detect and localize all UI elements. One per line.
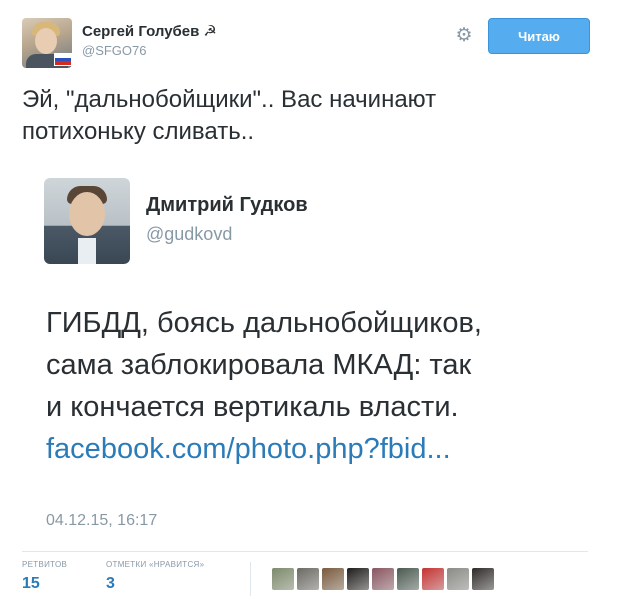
retweets-label: РЕТВИТОВ [22, 560, 68, 569]
author-name[interactable]: Сергей Голубев ☭ [82, 22, 217, 40]
liker-avatars [272, 568, 494, 590]
liker-avatar[interactable] [422, 568, 444, 590]
liker-avatar[interactable] [322, 568, 344, 590]
stats-separator [250, 562, 251, 596]
liker-avatar[interactable] [347, 568, 369, 590]
tweet-text: Эй, "дальнобойщики".. Вас начинают потих… [22, 84, 582, 148]
russia-flag-icon [54, 53, 72, 66]
likes-label: ОТМЕТКИ «НРАВИТСЯ» [106, 560, 205, 569]
liker-avatar[interactable] [397, 568, 419, 590]
likes-count[interactable]: 3 [106, 575, 204, 593]
tweet-text-line: Эй, "дальнобойщики".. Вас начинают [22, 86, 437, 113]
quoted-author-name[interactable]: Дмитрий Гудков [146, 194, 308, 217]
quoted-text-line: ГИБДД, боясь дальнобойщиков, [46, 307, 482, 339]
retweets-count[interactable]: 15 [22, 575, 67, 593]
liker-avatar[interactable] [447, 568, 469, 590]
quoted-tweet[interactable]: Дмитрий Гудков @gudkovd ГИБДД, боясь дал… [22, 162, 588, 546]
liker-avatar[interactable] [472, 568, 494, 590]
liker-avatar[interactable] [272, 568, 294, 590]
quoted-link[interactable]: facebook.com/photo.php?fbid... [46, 428, 566, 470]
tweet-stats: РЕТВИТОВ 15 ОТМЕТКИ «НРАВИТСЯ» 3 [22, 560, 592, 600]
tweet-header: Сергей Голубев ☭ @SFGO76 ⚙ Читаю [22, 18, 590, 70]
tweet-text-line: потихоньку сливать.. [22, 118, 255, 145]
avatar-face [35, 28, 57, 54]
gear-icon[interactable]: ⚙ [454, 26, 474, 46]
avatar-collar [78, 238, 96, 264]
liker-avatar[interactable] [297, 568, 319, 590]
divider [22, 551, 588, 552]
author-handle[interactable]: @SFGO76 [82, 43, 147, 58]
quoted-author-handle[interactable]: @gudkovd [146, 224, 232, 245]
flag-stripe-red [55, 61, 71, 65]
quoted-tweet-text: ГИБДД, боясь дальнобойщиков, сама заблок… [46, 302, 566, 470]
quoted-text-line: и кончается вертикаль власти. [46, 391, 459, 423]
likes-stat[interactable]: ОТМЕТКИ «НРАВИТСЯ» 3 [106, 560, 204, 593]
follow-button[interactable]: Читаю [488, 18, 590, 54]
quoted-text-line: сама заблокировала МКАД: так [46, 349, 472, 381]
quoted-timestamp[interactable]: 04.12.15, 16:17 [46, 512, 157, 530]
retweets-stat[interactable]: РЕТВИТОВ 15 [22, 560, 67, 593]
hammer-sickle-icon: ☭ [203, 23, 217, 40]
author-name-text[interactable]: Сергей Голубев [82, 23, 199, 40]
quoted-author-avatar[interactable] [44, 178, 130, 264]
avatar-face [69, 192, 105, 236]
liker-avatar[interactable] [372, 568, 394, 590]
